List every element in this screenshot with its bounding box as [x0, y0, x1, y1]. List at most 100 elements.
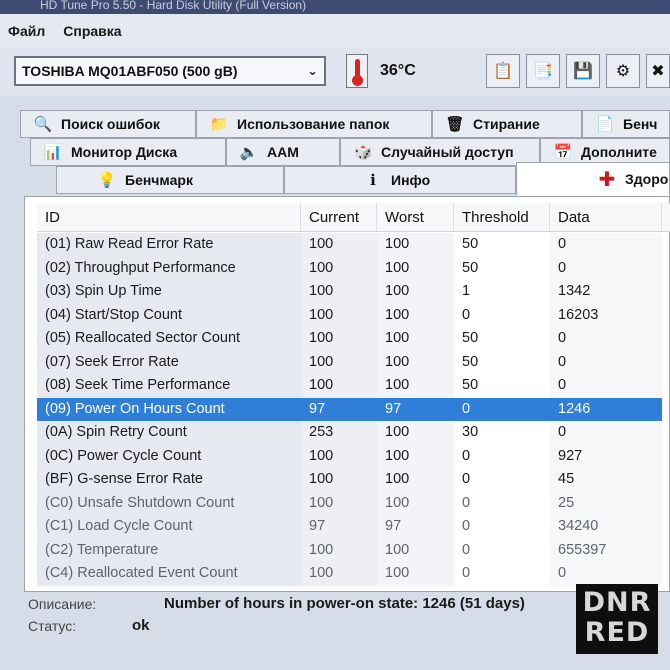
save-icon: 💾 [573, 63, 593, 80]
copy-all-button[interactable]: 📑 [526, 54, 560, 88]
window-title-bar: HD Tune Pro 5.50 - Hard Disk Utility (Fu… [0, 0, 670, 14]
speaker-icon: 🔈 [239, 144, 259, 161]
tab-health[interactable]: ✚ Здоро [516, 162, 670, 196]
bar-chart-icon: 📊 [43, 144, 63, 161]
tab-folder-usage[interactable]: 📁 Использование папок [196, 110, 432, 138]
tab-benchmark-extra[interactable]: 📄 Бенч [582, 110, 670, 138]
cell-data: 0 [550, 421, 662, 445]
cell-current: 100 [301, 280, 377, 304]
cell-worst: 100 [377, 468, 454, 492]
menu-bar: Файл Справка [0, 14, 670, 48]
thermometer-icon [346, 54, 368, 88]
cell-id: (C2) Temperature [37, 538, 301, 562]
chevron-down-icon[interactable]: ⌄ [307, 63, 318, 79]
cell-threshold: 0 [454, 468, 550, 492]
options-button[interactable]: ⚙ [606, 54, 640, 88]
table-row[interactable]: (0A) Spin Retry Count 253 100 30 0 [37, 421, 670, 445]
lightbulb-icon: 💡 [97, 172, 117, 189]
cell-data: 0 [550, 562, 662, 586]
cell-current: 100 [301, 444, 377, 468]
document-icon: 📄 [595, 116, 615, 133]
copy-all-icon: 📑 [533, 63, 553, 80]
tab-benchmark[interactable]: 💡 Бенчмарк [56, 166, 284, 194]
table-row[interactable]: (03) Spin Up Time 100 100 1 1342 [37, 280, 670, 304]
cell-id: (05) Reallocated Sector Count [37, 327, 301, 351]
cell-id: (BF) G-sense Error Rate [37, 468, 301, 492]
table-row[interactable]: (07) Seek Error Rate 100 100 50 0 [37, 350, 670, 374]
table-row[interactable]: (C0) Unsafe Shutdown Count 100 100 0 25 [37, 491, 670, 515]
cell-threshold: 0 [454, 397, 550, 421]
table-row[interactable]: (BF) G-sense Error Rate 100 100 0 45 [37, 468, 670, 492]
cell-id: (02) Throughput Performance [37, 256, 301, 280]
cell-data: 1246 [550, 397, 662, 421]
dice-icon: 🎲 [353, 144, 373, 161]
cell-threshold: 0 [454, 515, 550, 539]
smart-table-body: (01) Raw Read Error Rate 100 100 50 0 (0… [37, 233, 670, 586]
cell-worst: 97 [377, 515, 454, 539]
trash-icon: 🗑 [445, 116, 465, 133]
header-data[interactable]: Data [550, 203, 662, 231]
cell-worst: 97 [377, 397, 454, 421]
cell-data: 34240 [550, 515, 662, 539]
tab-info[interactable]: ℹ Инфо [284, 166, 516, 194]
header-id[interactable]: ID [37, 203, 301, 231]
cell-threshold: 50 [454, 327, 550, 351]
cell-worst: 100 [377, 538, 454, 562]
copy-button[interactable]: 📋 [486, 54, 520, 88]
cell-current: 100 [301, 374, 377, 398]
table-row[interactable]: (04) Start/Stop Count 100 100 0 16203 [37, 303, 670, 327]
table-row[interactable]: (C2) Temperature 100 100 0 655397 [37, 538, 670, 562]
cell-worst: 100 [377, 562, 454, 586]
drive-select[interactable]: TOSHIBA MQ01ABF050 (500 gB) ⌄ [14, 56, 326, 86]
exit-icon: ✖ [651, 63, 665, 80]
menu-file[interactable]: Файл [8, 23, 45, 39]
table-row[interactable]: (C4) Reallocated Event Count 100 100 0 0 [37, 562, 670, 586]
status-label: Статус: [28, 618, 77, 634]
cell-data: 1342 [550, 280, 662, 304]
cell-data: 0 [550, 233, 662, 257]
cell-current: 253 [301, 421, 377, 445]
cell-data: 25 [550, 491, 662, 515]
table-row[interactable]: (02) Throughput Performance 100 100 50 0 [37, 256, 670, 280]
cell-worst: 100 [377, 350, 454, 374]
tab-error-scan[interactable]: 🔍 Поиск ошибок [20, 110, 196, 138]
cell-threshold: 1 [454, 280, 550, 304]
cell-threshold: 0 [454, 444, 550, 468]
table-row[interactable]: (C1) Load Cycle Count 97 97 0 34240 [37, 515, 670, 539]
cell-worst: 100 [377, 256, 454, 280]
cell-data: 45 [550, 468, 662, 492]
tab-random-access[interactable]: 🎲 Случайный доступ [340, 138, 540, 166]
cell-current: 100 [301, 562, 377, 586]
window-title: HD Tune Pro 5.50 - Hard Disk Utility (Fu… [40, 0, 307, 12]
save-button[interactable]: 💾 [566, 54, 600, 88]
header-threshold[interactable]: Threshold [454, 203, 550, 231]
exit-button[interactable]: ✖ [646, 54, 670, 88]
tab-erase[interactable]: 🗑 Стирание [432, 110, 582, 138]
cell-worst: 100 [377, 303, 454, 327]
cell-threshold: 0 [454, 303, 550, 327]
cell-current: 97 [301, 397, 377, 421]
cell-current: 100 [301, 491, 377, 515]
watermark-line2: RED [584, 617, 650, 648]
cell-threshold: 50 [454, 350, 550, 374]
tab-disk-monitor[interactable]: 📊 Монитор Диска [30, 138, 226, 166]
table-icon: 📅 [553, 144, 573, 161]
table-row[interactable]: (08) Seek Time Performance 100 100 50 0 [37, 374, 670, 398]
table-row[interactable]: (0C) Power Cycle Count 100 100 0 927 [37, 444, 670, 468]
cell-id: (09) Power On Hours Count [37, 397, 301, 421]
cell-worst: 100 [377, 233, 454, 257]
menu-help[interactable]: Справка [63, 23, 121, 39]
smart-panel: ID Current Worst Threshold Data (01) Raw… [24, 196, 670, 592]
table-row[interactable]: (01) Raw Read Error Rate 100 100 50 0 [37, 233, 670, 257]
header-worst[interactable]: Worst [377, 203, 454, 231]
cell-current: 100 [301, 327, 377, 351]
table-row[interactable]: (05) Reallocated Sector Count 100 100 50… [37, 327, 670, 351]
drive-select-value: TOSHIBA MQ01ABF050 (500 gB) [22, 63, 238, 79]
cell-data: 0 [550, 327, 662, 351]
table-row-selected[interactable]: (09) Power On Hours Count 97 97 0 1246 [37, 397, 670, 421]
cell-id: (08) Seek Time Performance [37, 374, 301, 398]
cell-id: (0A) Spin Retry Count [37, 421, 301, 445]
tab-aam[interactable]: 🔈 AAM [226, 138, 340, 166]
cell-data: 0 [550, 256, 662, 280]
header-current[interactable]: Current [301, 203, 377, 231]
